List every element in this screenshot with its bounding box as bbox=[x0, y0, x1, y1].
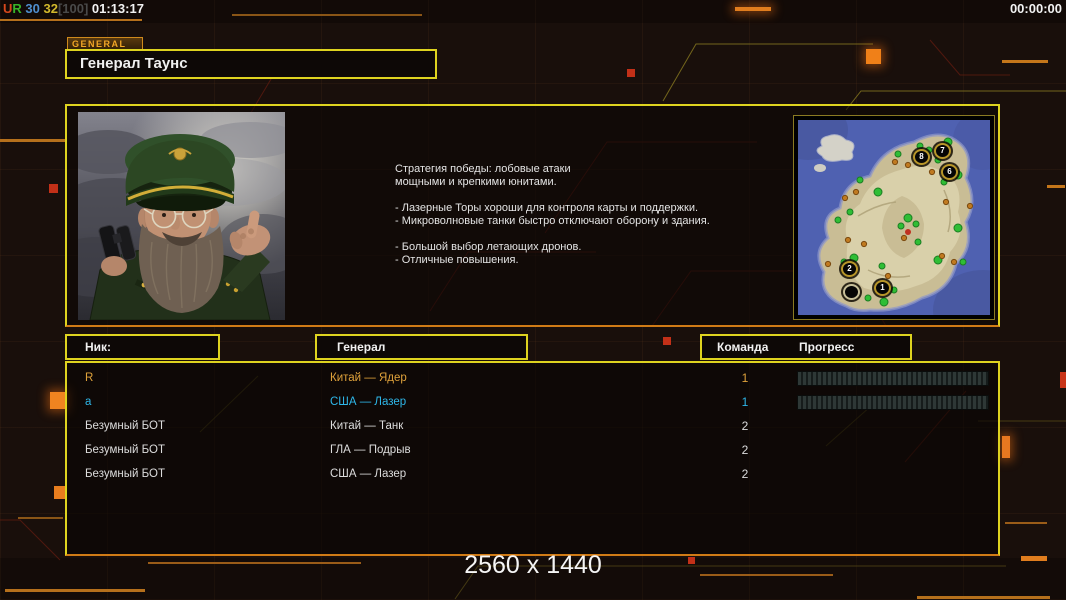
start-position-8: 8 bbox=[913, 149, 930, 165]
player-row: Безумный БОТ США — Лазер 2 bbox=[67, 462, 998, 486]
general-name-box: Генерал Таунс bbox=[65, 49, 437, 79]
decor-dash bbox=[1005, 522, 1047, 524]
player-general: ГЛА — Подрыв bbox=[330, 444, 411, 456]
player-row: R Китай — Ядер 1 bbox=[67, 366, 998, 390]
start-position-7: 7 bbox=[934, 143, 951, 159]
player-team: 2 bbox=[741, 443, 749, 457]
tab-general-label: GENERAL bbox=[72, 39, 127, 49]
player-team: 2 bbox=[741, 467, 749, 481]
general-description: Стратегия победы: лобовые атаки мощными … bbox=[395, 163, 710, 266]
start-position-6: 6 bbox=[941, 164, 958, 180]
decor-square bbox=[866, 49, 881, 64]
start-position-2: 2 bbox=[841, 261, 858, 277]
player-row: Безумный БОТ Китай — Танк 2 bbox=[67, 414, 998, 438]
minimap: 87 6 21 bbox=[768, 100, 1033, 350]
hud-token: R bbox=[12, 1, 26, 16]
general-briefing-panel: Стратегия победы: лобовые атаки мощными … bbox=[65, 100, 1033, 350]
hud-underline bbox=[0, 19, 142, 21]
decor-square bbox=[688, 557, 695, 564]
player-team: 1 bbox=[741, 395, 749, 409]
decor-dash bbox=[917, 596, 1050, 599]
top-strip bbox=[0, 0, 1066, 23]
minimap-image bbox=[768, 100, 1033, 350]
hud-token: 30 bbox=[25, 1, 44, 16]
match-timer: 00:00:00 bbox=[1009, 1, 1062, 16]
resolution-label: 2560 x 1440 bbox=[464, 551, 602, 579]
start-position-empty bbox=[843, 284, 860, 300]
general-name: Генерал Таунс bbox=[80, 55, 188, 72]
start-position-1: 1 bbox=[874, 280, 891, 296]
column-header-team: Команда bbox=[717, 340, 769, 354]
decor-square bbox=[663, 337, 671, 345]
player-nick: R bbox=[85, 372, 94, 384]
player-nick: a bbox=[85, 396, 92, 408]
player-general: США — Лазер bbox=[330, 468, 407, 480]
decor-square bbox=[50, 392, 66, 409]
column-header-team-progress: Команда Прогресс bbox=[700, 334, 912, 360]
player-progress-bar bbox=[797, 395, 989, 410]
player-nick: Безумный БОТ bbox=[85, 420, 165, 432]
decor-dash bbox=[148, 562, 361, 564]
hud-status: UR 30 32[100] 01:13:17 bbox=[3, 1, 144, 16]
player-table: R Китай — Ядер 1 a США — Лазер 1 Безумны… bbox=[65, 361, 1000, 556]
hud-token: [100] bbox=[57, 1, 92, 16]
decor-dash bbox=[735, 7, 771, 11]
decor-dash bbox=[18, 517, 63, 519]
decor-dash bbox=[1021, 556, 1047, 561]
decor-square bbox=[49, 184, 58, 193]
player-nick: Безумный БОТ bbox=[85, 468, 165, 480]
player-row: Безумный БОТ ГЛА — Подрыв 2 bbox=[67, 438, 998, 462]
column-header-progress: Прогресс bbox=[799, 340, 855, 354]
decor-dash bbox=[1002, 60, 1048, 63]
decor-dash bbox=[0, 139, 66, 142]
player-general: Китай — Танк bbox=[330, 420, 404, 432]
decor-dash bbox=[700, 574, 833, 576]
decor-dash bbox=[1047, 185, 1065, 188]
player-nick: Безумный БОТ bbox=[85, 444, 165, 456]
column-header-nick: Ник: bbox=[65, 334, 220, 360]
player-general: США — Лазер bbox=[330, 396, 407, 408]
decor-square bbox=[627, 69, 635, 77]
decor-dash bbox=[232, 14, 422, 16]
hud-token: 32 bbox=[43, 1, 58, 16]
general-portrait bbox=[78, 112, 285, 320]
player-row: a США — Лазер 1 bbox=[67, 390, 998, 414]
column-header-general: Генерал bbox=[315, 334, 528, 360]
hud-token: 01:13:17 bbox=[91, 1, 144, 16]
hud-token: U bbox=[3, 1, 13, 16]
player-team: 1 bbox=[741, 371, 749, 385]
decor-square bbox=[1002, 436, 1010, 458]
decor-dash bbox=[5, 589, 145, 592]
player-progress-bar bbox=[797, 371, 989, 386]
player-team: 2 bbox=[741, 419, 749, 433]
decor-square bbox=[1060, 372, 1066, 388]
screen: UR 30 32[100] 01:13:17 00:00:00 GENERAL … bbox=[0, 0, 1066, 600]
player-general: Китай — Ядер bbox=[330, 372, 407, 384]
